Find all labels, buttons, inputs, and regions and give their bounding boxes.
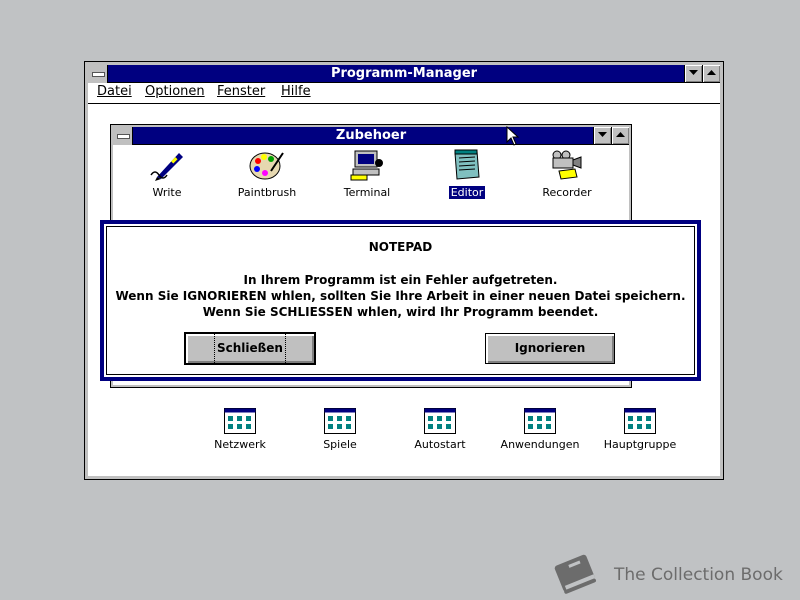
- maximize-button[interactable]: [702, 65, 720, 82]
- program-group-icon: [224, 408, 256, 434]
- ignore-button-label: Ignorieren: [514, 341, 586, 355]
- program-item-terminal[interactable]: Terminal: [322, 149, 412, 200]
- program-label-selected: Editor: [448, 186, 486, 199]
- program-item-editor[interactable]: Editor: [422, 149, 512, 200]
- terminal-computer-icon: [349, 149, 385, 181]
- notepad-icon: [449, 149, 485, 181]
- program-label: Recorder: [542, 186, 592, 199]
- group-icon-hauptgruppe[interactable]: Hauptgruppe: [590, 408, 690, 451]
- maximize-arrow-icon: [616, 132, 625, 137]
- group-titlebar[interactable]: Zubehoer: [113, 127, 629, 145]
- program-group-icon: [624, 408, 656, 434]
- ignore-button[interactable]: Ignorieren: [485, 333, 615, 364]
- group-icon-spiele[interactable]: Spiele: [290, 408, 390, 451]
- group-minimize-button[interactable]: [593, 127, 611, 144]
- group-icon-anwendungen[interactable]: Anwendungen: [490, 408, 590, 451]
- minimize-button[interactable]: [684, 65, 702, 82]
- group-icon-autostart[interactable]: Autostart: [390, 408, 490, 451]
- menu-datei[interactable]: Datei: [97, 84, 132, 99]
- paint-palette-icon: [249, 149, 285, 181]
- close-button-label: Schließen: [214, 332, 286, 365]
- video-camera-icon: [549, 149, 585, 181]
- program-label: Terminal: [343, 186, 391, 199]
- minimize-arrow-icon: [598, 132, 607, 137]
- dialog-title: NOTEPAD: [368, 240, 433, 254]
- program-manager-titlebar[interactable]: Programm-Manager: [88, 65, 720, 83]
- group-label: Spiele: [323, 438, 357, 451]
- program-group-icon: [324, 408, 356, 434]
- minimize-arrow-icon: [689, 70, 698, 75]
- error-dialog: NOTEPAD In Ihrem Programm ist ein Fehler…: [100, 220, 701, 381]
- program-group-icon: [424, 408, 456, 434]
- menu-hilfe[interactable]: Hilfe: [281, 84, 311, 99]
- menu-fenster[interactable]: Fenster: [217, 84, 265, 99]
- dialog-message-line-1: In Ihrem Programm ist ein Fehler aufgetr…: [243, 273, 558, 287]
- write-pen-icon: [149, 149, 185, 181]
- watermark-text: The Collection Book: [614, 565, 783, 585]
- program-label: Write: [152, 186, 182, 199]
- collection-book-watermark: The Collection Book: [548, 548, 798, 598]
- group-label: Netzwerk: [214, 438, 266, 451]
- dialog-message-line-2: Wenn Sie IGNORIEREN whlen, sollten Sie I…: [115, 289, 686, 303]
- mouse-cursor-icon: [506, 126, 520, 146]
- group-label: Autostart: [414, 438, 466, 451]
- program-item-recorder[interactable]: Recorder: [522, 149, 612, 200]
- program-item-paintbrush[interactable]: Paintbrush: [222, 149, 312, 200]
- close-button[interactable]: Schließen: [184, 332, 316, 365]
- program-manager-title: Programm-Manager: [330, 66, 478, 81]
- group-label: Anwendungen: [500, 438, 580, 451]
- group-title: Zubehoer: [335, 128, 407, 143]
- program-group-icon: [524, 408, 556, 434]
- menu-optionen[interactable]: Optionen: [145, 84, 205, 99]
- book-icon: [554, 554, 596, 594]
- maximize-arrow-icon: [707, 70, 716, 75]
- menu-bar: Datei Optionen Fenster Hilfe: [88, 83, 720, 104]
- group-label: Hauptgruppe: [603, 438, 677, 451]
- group-icon-netzwerk[interactable]: Netzwerk: [190, 408, 290, 451]
- program-item-write[interactable]: Write: [122, 149, 212, 200]
- program-label: Paintbrush: [237, 186, 297, 199]
- group-maximize-button[interactable]: [611, 127, 629, 144]
- dialog-message-line-3: Wenn Sie SCHLIESSEN whlen, wird Ihr Prog…: [202, 305, 599, 319]
